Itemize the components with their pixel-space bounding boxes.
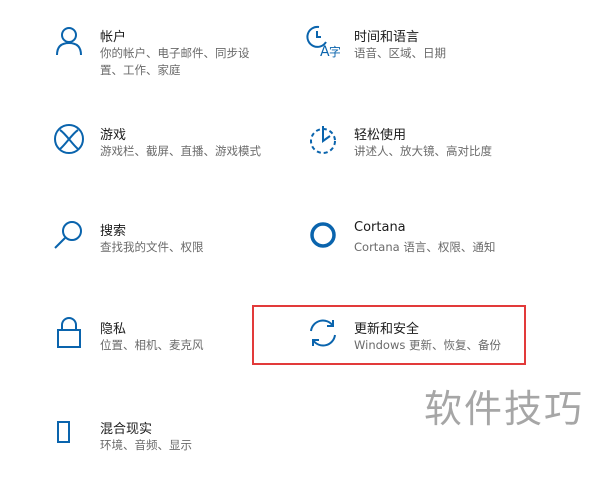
search-icon	[52, 218, 86, 252]
svg-text:字: 字	[329, 44, 340, 58]
cortana-icon	[306, 218, 340, 252]
tile-description: 位置、相机、麦克风	[100, 338, 204, 352]
settings-tile-accounts[interactable]: 帐户 你的帐户、电子邮件、同步设 置、工作、家庭	[52, 24, 262, 94]
mixed-reality-icon	[52, 416, 86, 450]
privacy-lock-icon	[52, 316, 86, 350]
tile-title: 隐私	[100, 322, 127, 337]
tile-description: Cortana 语言、权限、通知	[354, 240, 496, 254]
ease-of-access-icon	[306, 122, 340, 156]
tile-title: Cortana	[354, 220, 406, 235]
tile-description: 游戏栏、截屏、直播、游戏模式	[100, 144, 261, 158]
tile-description: 环境、音频、显示	[100, 438, 192, 452]
tile-description: 查找我的文件、权限	[100, 240, 204, 254]
tile-description: 讲述人、放大镜、高对比度	[354, 144, 492, 158]
tile-title: 搜索	[100, 224, 127, 239]
settings-tile-privacy[interactable]: 隐私 位置、相机、麦克风	[52, 316, 262, 386]
time-language-icon: A 字	[306, 24, 340, 58]
settings-tile-search[interactable]: 搜索 查找我的文件、权限	[52, 218, 262, 288]
settings-tile-time-language[interactable]: A 字 时间和语言 语音、区域、日期	[306, 24, 526, 94]
settings-tile-mixed-reality[interactable]: 混合现实 环境、音频、显示	[52, 416, 262, 486]
tile-title: 游戏	[100, 128, 127, 143]
tile-title: 轻松使用	[354, 128, 407, 143]
settings-tile-gaming[interactable]: 游戏 游戏栏、截屏、直播、游戏模式	[52, 122, 282, 192]
watermark: 软件技巧	[424, 387, 585, 431]
tile-description: 你的帐户、电子邮件、同步设 置、工作、家庭	[100, 46, 250, 77]
tile-title: 时间和语言	[354, 30, 420, 45]
xbox-gaming-icon	[52, 122, 86, 156]
tile-description: 语音、区域、日期	[354, 46, 446, 60]
account-icon	[52, 24, 86, 58]
highlight-box	[252, 305, 526, 365]
settings-tile-cortana[interactable]: Cortana Cortana 语言、权限、通知	[306, 218, 526, 288]
tile-title: 帐户	[100, 30, 127, 45]
settings-tile-ease-of-access[interactable]: 轻松使用 讲述人、放大镜、高对比度	[306, 122, 526, 192]
tile-title: 混合现实	[100, 422, 153, 437]
